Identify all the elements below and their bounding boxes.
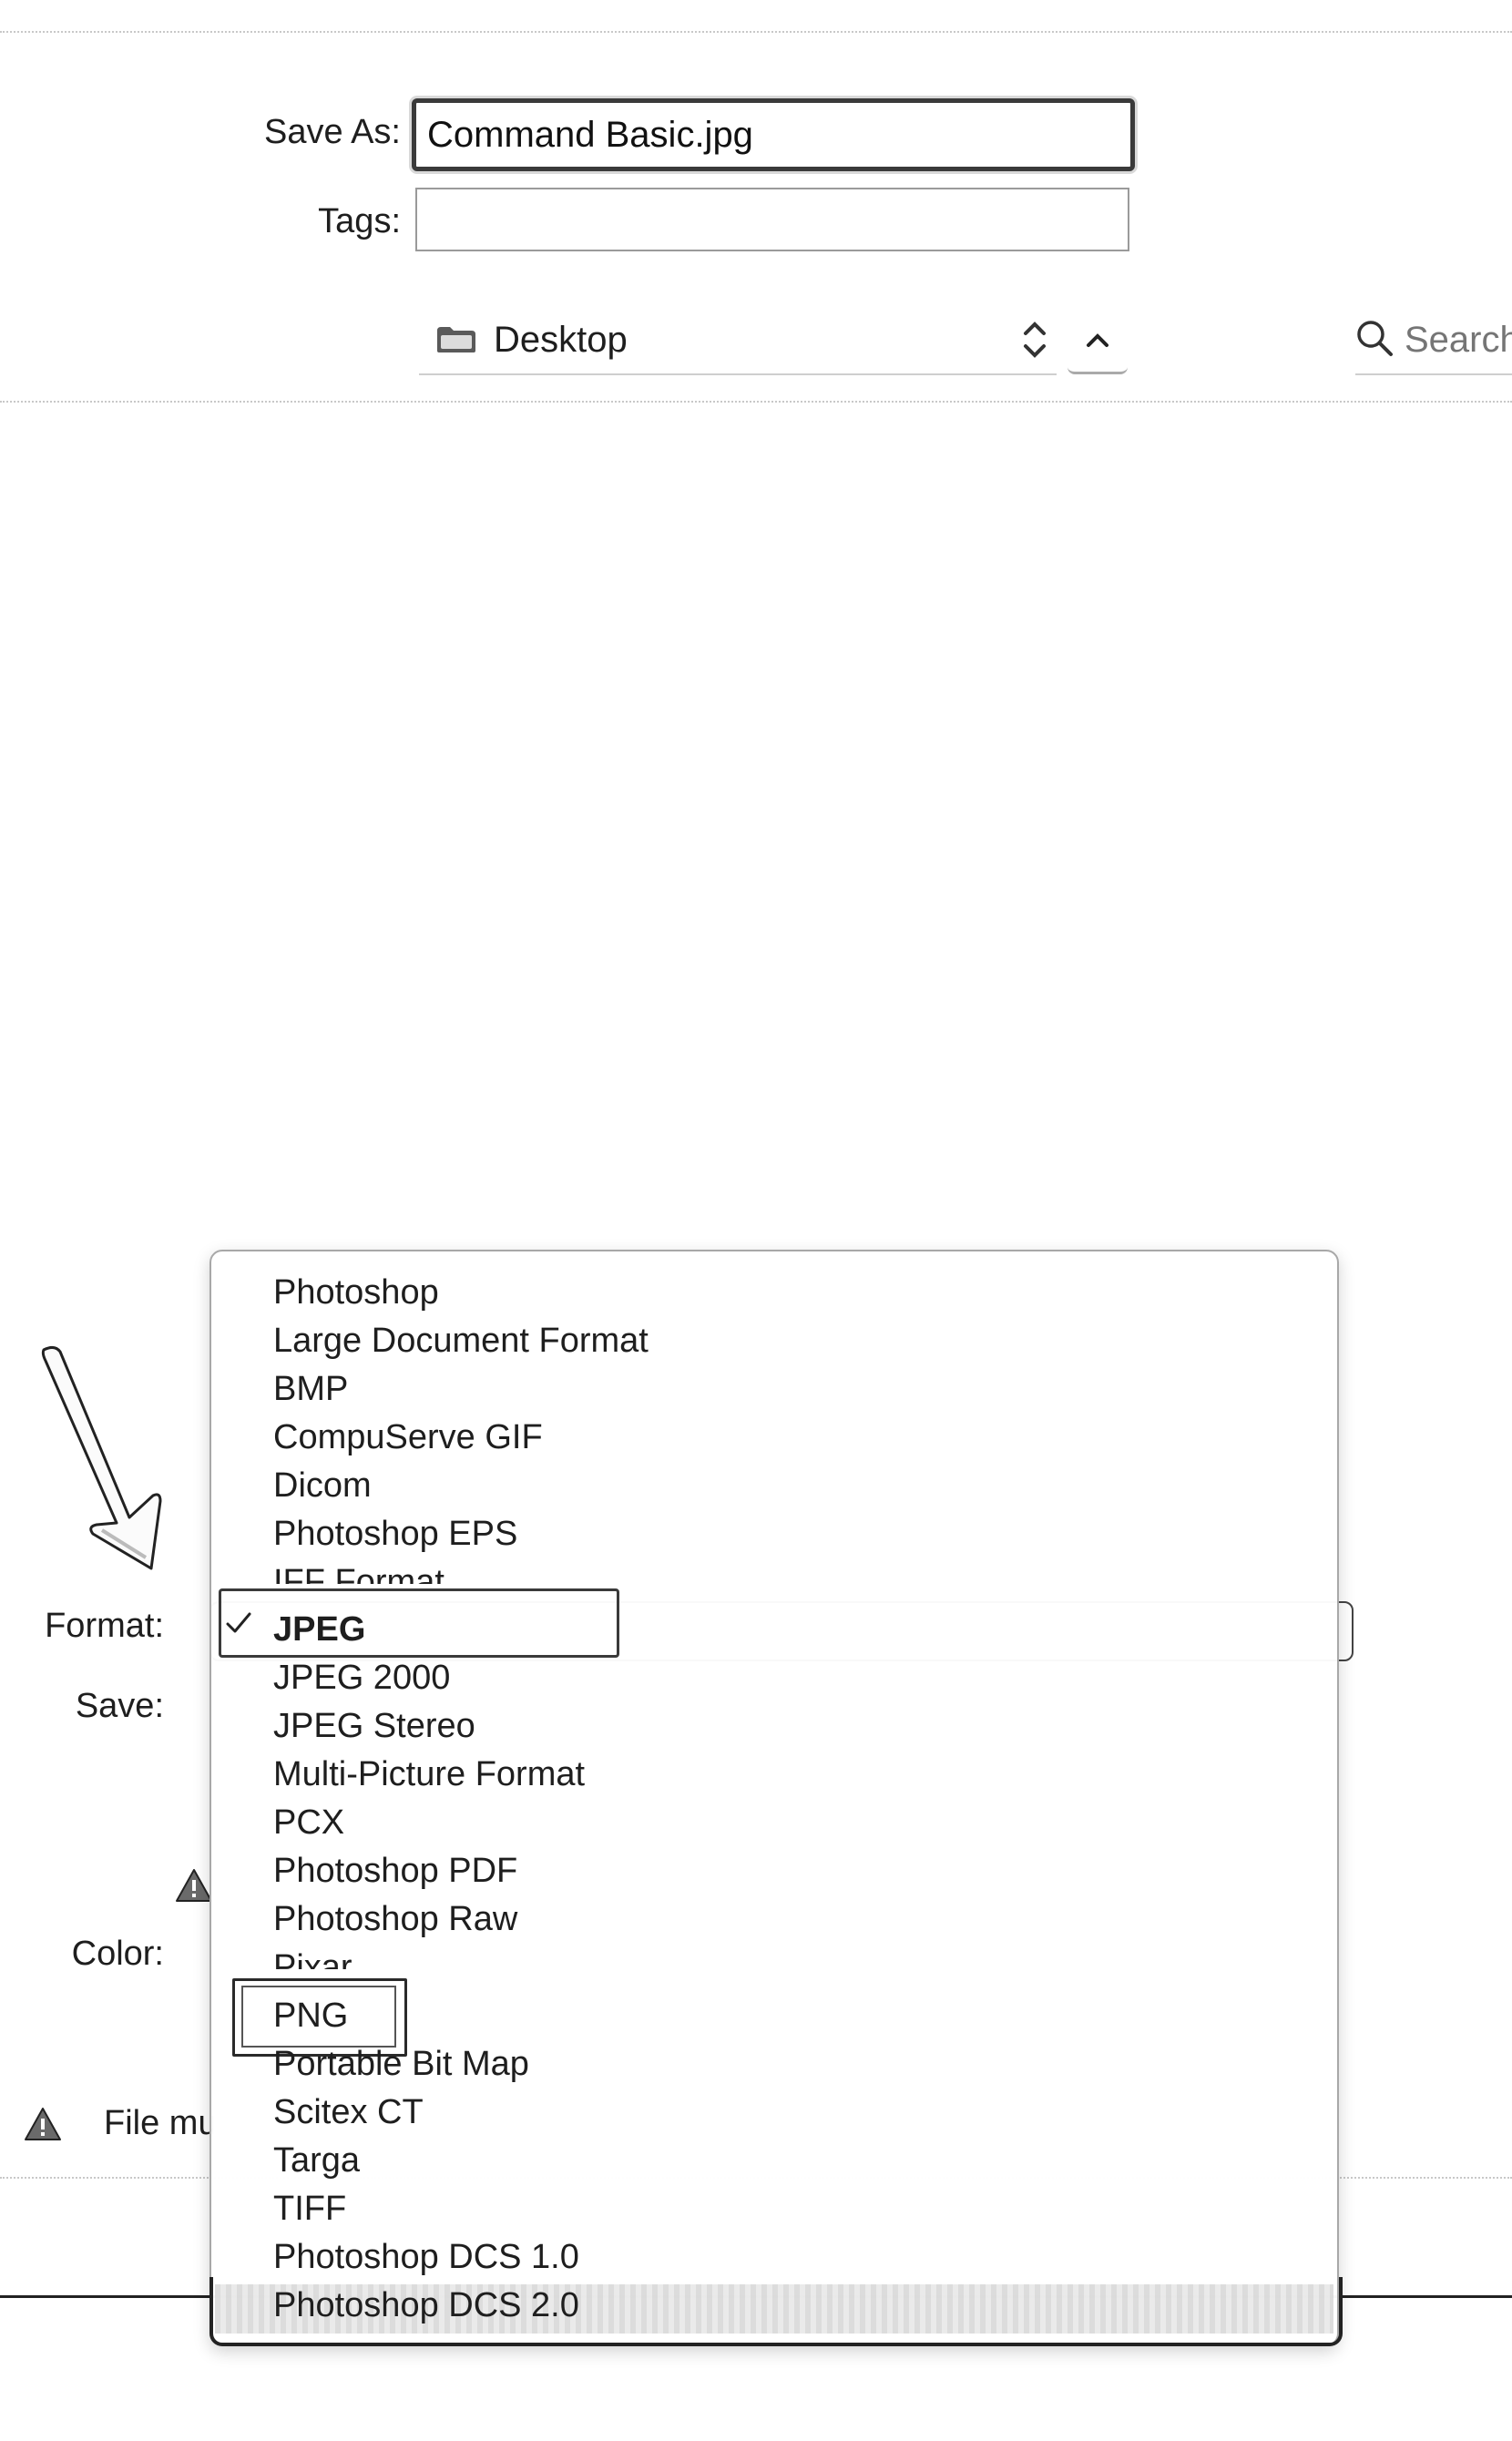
menu-item-compuserve-gif[interactable]: CompuServe GIF xyxy=(273,1414,543,1461)
color-label: Color: xyxy=(71,1935,164,1973)
menu-item-large-document-format[interactable]: Large Document Format xyxy=(273,1317,649,1364)
menu-item-portable-bit-map[interactable]: Portable Bit Map xyxy=(273,2040,529,2088)
chevron-up-icon xyxy=(1086,332,1109,353)
menu-item-pcx[interactable]: PCX xyxy=(273,1799,344,1846)
file-warning-text: File mu xyxy=(104,2104,213,2142)
collapse-button[interactable] xyxy=(1068,313,1128,374)
menu-item-photoshop-eps[interactable]: Photoshop EPS xyxy=(273,1510,517,1558)
location-label: Desktop xyxy=(494,319,628,360)
save-as-label: Save As: xyxy=(264,113,401,151)
checkmark-icon xyxy=(224,1610,253,1640)
menu-item-bmp[interactable]: BMP xyxy=(273,1365,348,1413)
tags-label: Tags: xyxy=(318,202,401,240)
tags-field[interactable] xyxy=(415,188,1129,251)
menu-item-jpeg-2000[interactable]: JPEG 2000 xyxy=(273,1654,450,1701)
menu-item-targa[interactable]: Targa xyxy=(273,2137,360,2184)
menu-item-jpeg[interactable]: JPEG xyxy=(273,1606,365,1653)
menu-item-photoshop[interactable]: Photoshop xyxy=(273,1269,439,1316)
annotation-arrow-icon xyxy=(18,1339,173,1580)
menu-item-photoshop-dcs-1[interactable]: Photoshop DCS 1.0 xyxy=(273,2233,579,2281)
menu-item-photoshop-dcs-2[interactable]: Photoshop DCS 2.0 xyxy=(273,2282,579,2329)
warning-icon xyxy=(175,1867,213,1904)
save-as-field[interactable] xyxy=(412,98,1135,171)
save-as-input[interactable] xyxy=(416,103,1130,167)
save-label: Save: xyxy=(75,1687,164,1725)
menu-item-jpeg-stereo[interactable]: JPEG Stereo xyxy=(273,1702,475,1750)
search-field[interactable] xyxy=(1355,306,1512,375)
warning-icon xyxy=(24,2106,62,2142)
format-label: Format: xyxy=(45,1607,164,1645)
folder-icon xyxy=(435,325,477,354)
menu-item-scitex-ct[interactable]: Scitex CT xyxy=(273,2089,424,2136)
menu-item-png[interactable]: PNG xyxy=(273,1992,348,2039)
up-down-chevron-icon xyxy=(1022,319,1047,365)
search-icon xyxy=(1355,319,1394,362)
menu-item-dicom[interactable]: Dicom xyxy=(273,1462,372,1509)
menu-item-tiff[interactable]: TIFF xyxy=(273,2185,346,2232)
menu-item-multi-picture-format[interactable]: Multi-Picture Format xyxy=(273,1751,585,1798)
menu-item-photoshop-pdf[interactable]: Photoshop PDF xyxy=(273,1847,517,1895)
menu-item-pixar[interactable]: Pixar xyxy=(273,1944,352,1969)
search-input[interactable] xyxy=(1403,318,1512,362)
menu-item-photoshop-raw[interactable]: Photoshop Raw xyxy=(273,1895,517,1943)
tags-input[interactable] xyxy=(417,189,1128,250)
header-separator xyxy=(0,401,1512,403)
top-separator xyxy=(0,31,1512,33)
menu-item-iff-format[interactable]: IFF Format xyxy=(273,1558,444,1584)
location-popup[interactable]: Desktop xyxy=(419,306,1057,375)
